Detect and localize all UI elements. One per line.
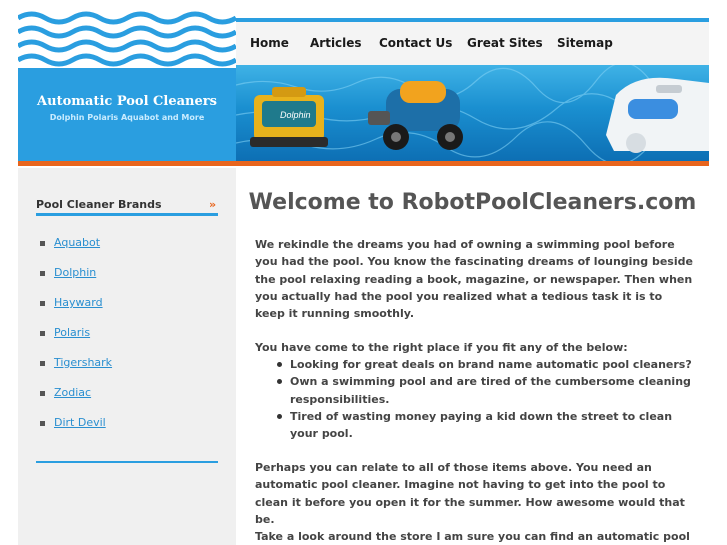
nav-sitemap[interactable]: Sitemap — [557, 36, 613, 50]
nav-contact-us[interactable]: Contact Us — [379, 36, 452, 50]
sidebar-link-aquabot[interactable]: Aquabot — [54, 236, 100, 249]
closing-paragraph: Take a look around the store I am sure y… — [255, 530, 690, 543]
page-title: Welcome to RobotPoolCleaners.com — [248, 190, 697, 215]
double-chevron-down-icon[interactable]: » — [209, 198, 216, 211]
bullet-icon — [40, 301, 45, 306]
sidebar-link-tigershark[interactable]: Tigershark — [54, 356, 112, 369]
svg-text:Dolphin: Dolphin — [280, 110, 311, 120]
logo-panel: Automatic Pool Cleaners Dolphin Polaris … — [18, 0, 236, 166]
intro-paragraph: We rekindle the dreams you had of owning… — [255, 238, 693, 321]
list-item: Tired of wasting money paying a kid down… — [275, 408, 695, 443]
sidebar-heading: Pool Cleaner Brands — [36, 198, 162, 211]
bullet-icon — [40, 241, 45, 246]
robot-cleaner-2 — [368, 81, 463, 150]
logo-box[interactable]: Automatic Pool Cleaners Dolphin Polaris … — [18, 68, 236, 161]
relate-paragraph: Perhaps you can relate to all of those i… — [255, 461, 685, 526]
sidebar: Pool Cleaner Brands » Aquabot Dolphin Ha… — [18, 168, 236, 545]
nav-articles[interactable]: Articles — [310, 36, 362, 50]
bullet-icon — [40, 391, 45, 396]
bullet-icon — [40, 271, 45, 276]
sidebar-link-hayward[interactable]: Hayward — [54, 296, 103, 309]
sidebar-link-dolphin[interactable]: Dolphin — [54, 266, 96, 279]
sidebar-link-polaris[interactable]: Polaris — [54, 326, 90, 339]
pool-robots-banner-image: Dolphin — [236, 65, 709, 161]
robot-cleaner-3 — [606, 77, 709, 153]
list-item: Own a swimming pool and are tired of the… — [275, 373, 695, 408]
site-subtitle: Dolphin Polaris Aquabot and More — [49, 113, 205, 122]
sidebar-link-zodiac[interactable]: Zodiac — [54, 386, 91, 399]
list-item: Looking for great deals on brand name au… — [275, 356, 695, 373]
bullet-icon — [40, 361, 45, 366]
bullet-icon — [40, 421, 45, 426]
robot-cleaner-1: Dolphin — [250, 87, 328, 147]
sidebar-bottom-rule — [36, 461, 218, 463]
nav-home[interactable]: Home — [250, 36, 289, 50]
sidebar-heading-rule — [36, 213, 218, 216]
header-divider-left — [18, 161, 236, 166]
banner-illustration: Dolphin — [236, 65, 709, 161]
nav-great-sites[interactable]: Great Sites — [467, 36, 543, 50]
site-title[interactable]: Automatic Pool Cleaners — [18, 94, 236, 109]
wave-logo-graphic — [18, 11, 236, 67]
lead-in-text: You have come to the right place if you … — [255, 341, 628, 354]
benefits-list: Looking for great deals on brand name au… — [275, 356, 695, 442]
header-divider-right — [236, 161, 709, 166]
top-nav: Home Articles Contact Us Great Sites Sit… — [236, 18, 709, 65]
bullet-icon — [40, 331, 45, 336]
sidebar-link-dirt-devil[interactable]: Dirt Devil — [54, 416, 106, 429]
